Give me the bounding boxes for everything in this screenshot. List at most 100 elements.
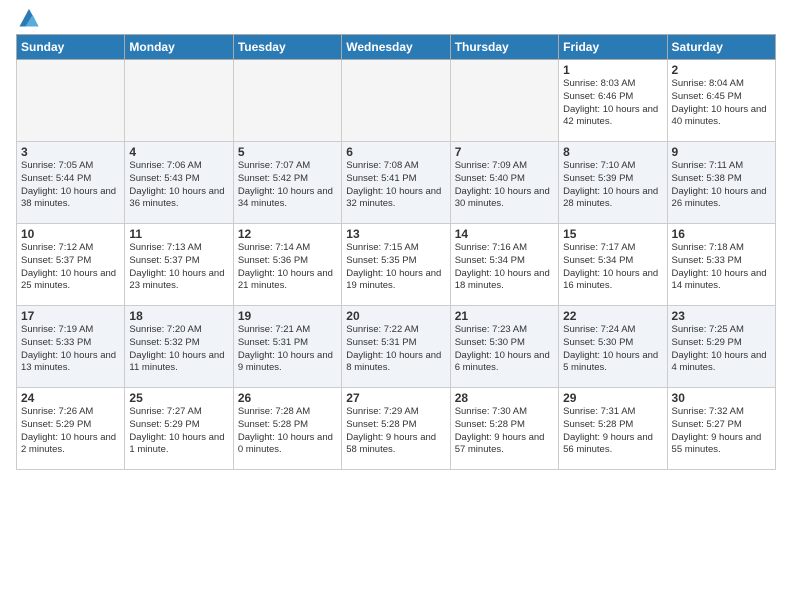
- calendar-cell: 4Sunrise: 7:06 AM Sunset: 5:43 PM Daylig…: [125, 142, 233, 224]
- day-number: 12: [238, 227, 337, 241]
- weekday-header: Monday: [125, 35, 233, 60]
- day-number: 17: [21, 309, 120, 323]
- day-info: Sunrise: 7:28 AM Sunset: 5:28 PM Dayligh…: [238, 406, 337, 457]
- day-number: 1: [563, 63, 662, 77]
- day-info: Sunrise: 7:12 AM Sunset: 5:37 PM Dayligh…: [21, 242, 120, 293]
- calendar-cell: 13Sunrise: 7:15 AM Sunset: 5:35 PM Dayli…: [342, 224, 450, 306]
- calendar-week-row: 10Sunrise: 7:12 AM Sunset: 5:37 PM Dayli…: [17, 224, 776, 306]
- day-number: 24: [21, 391, 120, 405]
- day-number: 29: [563, 391, 662, 405]
- day-info: Sunrise: 7:27 AM Sunset: 5:29 PM Dayligh…: [129, 406, 228, 457]
- calendar-cell: 27Sunrise: 7:29 AM Sunset: 5:28 PM Dayli…: [342, 388, 450, 470]
- day-number: 4: [129, 145, 228, 159]
- day-number: 20: [346, 309, 445, 323]
- day-info: Sunrise: 7:22 AM Sunset: 5:31 PM Dayligh…: [346, 324, 445, 375]
- calendar-cell: 10Sunrise: 7:12 AM Sunset: 5:37 PM Dayli…: [17, 224, 125, 306]
- calendar-cell: [450, 60, 558, 142]
- day-number: 19: [238, 309, 337, 323]
- calendar-cell: [342, 60, 450, 142]
- weekday-header: Friday: [559, 35, 667, 60]
- day-info: Sunrise: 7:20 AM Sunset: 5:32 PM Dayligh…: [129, 324, 228, 375]
- day-number: 11: [129, 227, 228, 241]
- logo: [16, 14, 40, 28]
- day-info: Sunrise: 7:30 AM Sunset: 5:28 PM Dayligh…: [455, 406, 554, 457]
- calendar-cell: 16Sunrise: 7:18 AM Sunset: 5:33 PM Dayli…: [667, 224, 775, 306]
- calendar-cell: [125, 60, 233, 142]
- day-info: Sunrise: 7:07 AM Sunset: 5:42 PM Dayligh…: [238, 160, 337, 211]
- day-info: Sunrise: 7:15 AM Sunset: 5:35 PM Dayligh…: [346, 242, 445, 293]
- day-number: 6: [346, 145, 445, 159]
- calendar-cell: 14Sunrise: 7:16 AM Sunset: 5:34 PM Dayli…: [450, 224, 558, 306]
- calendar-cell: 20Sunrise: 7:22 AM Sunset: 5:31 PM Dayli…: [342, 306, 450, 388]
- page: SundayMondayTuesdayWednesdayThursdayFrid…: [0, 0, 792, 480]
- calendar-cell: 29Sunrise: 7:31 AM Sunset: 5:28 PM Dayli…: [559, 388, 667, 470]
- day-info: Sunrise: 7:17 AM Sunset: 5:34 PM Dayligh…: [563, 242, 662, 293]
- calendar-cell: 25Sunrise: 7:27 AM Sunset: 5:29 PM Dayli…: [125, 388, 233, 470]
- calendar-cell: 3Sunrise: 7:05 AM Sunset: 5:44 PM Daylig…: [17, 142, 125, 224]
- day-info: Sunrise: 7:21 AM Sunset: 5:31 PM Dayligh…: [238, 324, 337, 375]
- calendar-cell: [17, 60, 125, 142]
- calendar-cell: 17Sunrise: 7:19 AM Sunset: 5:33 PM Dayli…: [17, 306, 125, 388]
- day-number: 9: [672, 145, 771, 159]
- day-info: Sunrise: 7:23 AM Sunset: 5:30 PM Dayligh…: [455, 324, 554, 375]
- calendar-cell: 26Sunrise: 7:28 AM Sunset: 5:28 PM Dayli…: [233, 388, 341, 470]
- day-number: 15: [563, 227, 662, 241]
- calendar-cell: 8Sunrise: 7:10 AM Sunset: 5:39 PM Daylig…: [559, 142, 667, 224]
- calendar: SundayMondayTuesdayWednesdayThursdayFrid…: [16, 34, 776, 470]
- calendar-cell: 11Sunrise: 7:13 AM Sunset: 5:37 PM Dayli…: [125, 224, 233, 306]
- day-number: 10: [21, 227, 120, 241]
- calendar-cell: [233, 60, 341, 142]
- day-info: Sunrise: 7:11 AM Sunset: 5:38 PM Dayligh…: [672, 160, 771, 211]
- day-number: 30: [672, 391, 771, 405]
- weekday-header: Wednesday: [342, 35, 450, 60]
- day-info: Sunrise: 7:26 AM Sunset: 5:29 PM Dayligh…: [21, 406, 120, 457]
- day-number: 27: [346, 391, 445, 405]
- day-number: 5: [238, 145, 337, 159]
- calendar-cell: 12Sunrise: 7:14 AM Sunset: 5:36 PM Dayli…: [233, 224, 341, 306]
- calendar-header-row: SundayMondayTuesdayWednesdayThursdayFrid…: [17, 35, 776, 60]
- day-info: Sunrise: 7:13 AM Sunset: 5:37 PM Dayligh…: [129, 242, 228, 293]
- day-info: Sunrise: 7:29 AM Sunset: 5:28 PM Dayligh…: [346, 406, 445, 457]
- header: [16, 10, 776, 28]
- day-info: Sunrise: 7:32 AM Sunset: 5:27 PM Dayligh…: [672, 406, 771, 457]
- calendar-week-row: 24Sunrise: 7:26 AM Sunset: 5:29 PM Dayli…: [17, 388, 776, 470]
- calendar-cell: 19Sunrise: 7:21 AM Sunset: 5:31 PM Dayli…: [233, 306, 341, 388]
- day-info: Sunrise: 7:06 AM Sunset: 5:43 PM Dayligh…: [129, 160, 228, 211]
- day-number: 13: [346, 227, 445, 241]
- day-info: Sunrise: 7:25 AM Sunset: 5:29 PM Dayligh…: [672, 324, 771, 375]
- calendar-cell: 1Sunrise: 8:03 AM Sunset: 6:46 PM Daylig…: [559, 60, 667, 142]
- weekday-header: Tuesday: [233, 35, 341, 60]
- calendar-cell: 22Sunrise: 7:24 AM Sunset: 5:30 PM Dayli…: [559, 306, 667, 388]
- day-info: Sunrise: 8:04 AM Sunset: 6:45 PM Dayligh…: [672, 78, 771, 129]
- day-number: 22: [563, 309, 662, 323]
- day-info: Sunrise: 7:14 AM Sunset: 5:36 PM Dayligh…: [238, 242, 337, 293]
- logo-icon: [18, 6, 40, 28]
- calendar-cell: 6Sunrise: 7:08 AM Sunset: 5:41 PM Daylig…: [342, 142, 450, 224]
- calendar-cell: 2Sunrise: 8:04 AM Sunset: 6:45 PM Daylig…: [667, 60, 775, 142]
- calendar-cell: 18Sunrise: 7:20 AM Sunset: 5:32 PM Dayli…: [125, 306, 233, 388]
- day-info: Sunrise: 7:09 AM Sunset: 5:40 PM Dayligh…: [455, 160, 554, 211]
- day-number: 7: [455, 145, 554, 159]
- day-info: Sunrise: 7:19 AM Sunset: 5:33 PM Dayligh…: [21, 324, 120, 375]
- day-number: 23: [672, 309, 771, 323]
- weekday-header: Saturday: [667, 35, 775, 60]
- day-info: Sunrise: 7:10 AM Sunset: 5:39 PM Dayligh…: [563, 160, 662, 211]
- calendar-cell: 21Sunrise: 7:23 AM Sunset: 5:30 PM Dayli…: [450, 306, 558, 388]
- calendar-cell: 28Sunrise: 7:30 AM Sunset: 5:28 PM Dayli…: [450, 388, 558, 470]
- day-number: 25: [129, 391, 228, 405]
- calendar-cell: 30Sunrise: 7:32 AM Sunset: 5:27 PM Dayli…: [667, 388, 775, 470]
- calendar-week-row: 17Sunrise: 7:19 AM Sunset: 5:33 PM Dayli…: [17, 306, 776, 388]
- weekday-header: Sunday: [17, 35, 125, 60]
- day-number: 2: [672, 63, 771, 77]
- day-info: Sunrise: 7:16 AM Sunset: 5:34 PM Dayligh…: [455, 242, 554, 293]
- calendar-cell: 23Sunrise: 7:25 AM Sunset: 5:29 PM Dayli…: [667, 306, 775, 388]
- day-info: Sunrise: 8:03 AM Sunset: 6:46 PM Dayligh…: [563, 78, 662, 129]
- calendar-cell: 24Sunrise: 7:26 AM Sunset: 5:29 PM Dayli…: [17, 388, 125, 470]
- day-number: 28: [455, 391, 554, 405]
- calendar-week-row: 1Sunrise: 8:03 AM Sunset: 6:46 PM Daylig…: [17, 60, 776, 142]
- calendar-week-row: 3Sunrise: 7:05 AM Sunset: 5:44 PM Daylig…: [17, 142, 776, 224]
- day-info: Sunrise: 7:08 AM Sunset: 5:41 PM Dayligh…: [346, 160, 445, 211]
- calendar-cell: 9Sunrise: 7:11 AM Sunset: 5:38 PM Daylig…: [667, 142, 775, 224]
- calendar-cell: 7Sunrise: 7:09 AM Sunset: 5:40 PM Daylig…: [450, 142, 558, 224]
- calendar-cell: 15Sunrise: 7:17 AM Sunset: 5:34 PM Dayli…: [559, 224, 667, 306]
